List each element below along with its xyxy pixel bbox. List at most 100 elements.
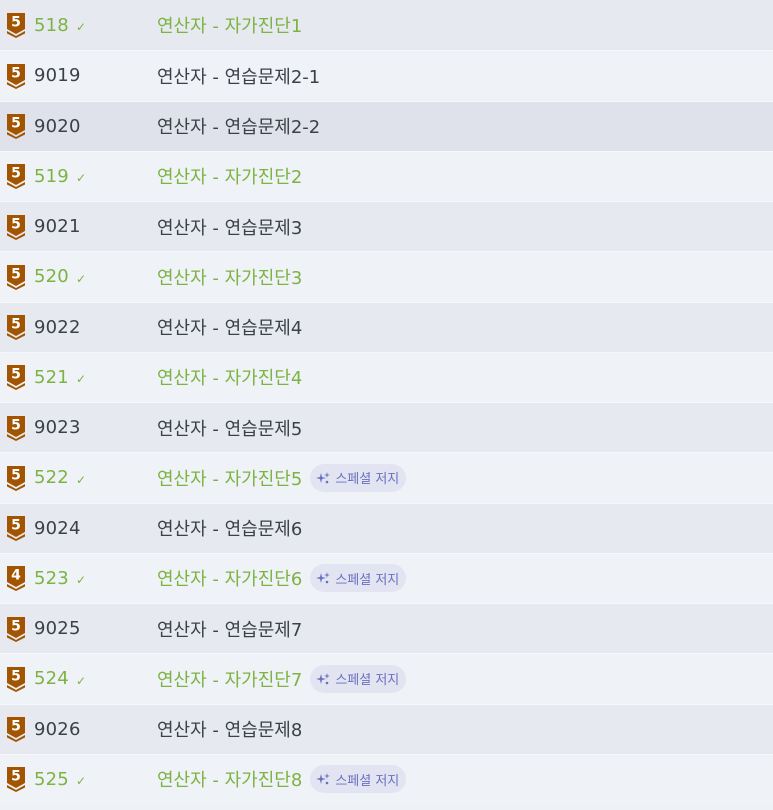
problem-row[interactable]: 5 520 ✓ 연산자 - 자가진단3: [0, 251, 773, 302]
problem-id[interactable]: 9024: [34, 518, 81, 539]
check-icon: ✓: [75, 20, 87, 35]
bronze-tier-icon: 5: [5, 264, 27, 290]
problem-id-text: 519: [34, 165, 69, 187]
check-icon: ✓: [75, 171, 87, 186]
problem-id[interactable]: 520 ✓: [34, 266, 86, 287]
problem-id[interactable]: 521 ✓: [34, 367, 86, 388]
problem-id-text: 518: [34, 14, 69, 36]
problem-row[interactable]: 5 9023 연산자 - 연습문제5: [0, 402, 773, 453]
problem-title[interactable]: 연산자 - 연습문제4: [157, 314, 302, 340]
special-judge-label: 스페셜 저지: [335, 673, 400, 689]
problem-id-text: 9021: [34, 216, 81, 238]
problem-row[interactable]: 5 522 ✓ 연산자 - 자가진단5 스페셜 저지: [0, 452, 773, 503]
problem-id[interactable]: 524 ✓: [34, 668, 86, 689]
problem-id[interactable]: 9023: [34, 417, 81, 438]
problem-row[interactable]: 5 9024 연산자 - 연습문제6: [0, 502, 773, 553]
problem-title[interactable]: 연산자 - 자가진단5 스페셜 저지: [157, 463, 407, 492]
check-icon: ✓: [75, 372, 87, 387]
problem-row[interactable]: 5 9025 연산자 - 연습문제7: [0, 603, 773, 654]
problem-title[interactable]: 연산자 - 자가진단1: [157, 12, 302, 38]
svg-text:4: 4: [11, 568, 21, 584]
problem-title-text: 연산자 - 자가진단3: [157, 267, 303, 289]
problem-id[interactable]: 525 ✓: [34, 769, 86, 790]
problem-id[interactable]: 519 ✓: [34, 166, 86, 187]
problem-id[interactable]: 9019: [34, 65, 81, 86]
bronze-tier-icon: 5: [5, 415, 27, 441]
problem-row[interactable]: 4 523 ✓ 연산자 - 자가진단6 스페셜 저지: [0, 552, 773, 603]
problem-id[interactable]: 523 ✓: [34, 568, 86, 589]
special-judge-badge: 스페셜 저지: [310, 564, 407, 593]
problem-id-text: 9020: [34, 115, 81, 137]
bronze-tier-icon: 5: [5, 113, 27, 140]
check-icon: ✓: [75, 673, 87, 688]
problem-title[interactable]: 연산자 - 연습문제5: [157, 415, 302, 441]
problem-id-text: 9024: [34, 517, 81, 539]
bronze-tier-icon: 5: [5, 214, 27, 240]
special-judge-badge: 스페셜 저지: [310, 463, 407, 492]
problem-title[interactable]: 연산자 - 자가진단2: [157, 163, 302, 189]
check-icon: ✓: [75, 271, 87, 286]
problem-id-text: 9025: [34, 618, 81, 640]
problem-list: 5 518 ✓ 연산자 - 자가진단1 5 9019 연산자 - 연습문제2-1 5 9020 연…: [0, 0, 773, 810]
problem-id[interactable]: 9021: [34, 216, 81, 237]
svg-text:5: 5: [11, 668, 21, 684]
problem-id-text: 522: [34, 467, 69, 489]
problem-title[interactable]: 연산자 - 자가진단8 스페셜 저지: [157, 765, 407, 794]
problem-title-text: 연산자 - 자가진단8: [157, 770, 303, 792]
problem-title[interactable]: 연산자 - 연습문제6: [157, 515, 302, 541]
problem-id[interactable]: 518 ✓: [34, 15, 86, 36]
bronze-tier-icon: 5: [5, 364, 27, 391]
bronze-tier-icon: 5: [5, 616, 27, 642]
problem-row[interactable]: 5 521 ✓ 연산자 - 자가진단4: [0, 351, 773, 402]
svg-text:5: 5: [11, 367, 21, 383]
problem-title[interactable]: 연산자 - 자가진단7 스페셜 저지: [157, 664, 407, 693]
sparkle-icon: [316, 672, 331, 685]
check-icon: ✓: [75, 774, 87, 789]
problem-id[interactable]: 9020: [34, 116, 81, 137]
problem-title-text: 연산자 - 연습문제2-2: [157, 117, 321, 139]
problem-title-text: 연산자 - 연습문제7: [157, 619, 303, 641]
problem-title-text: 연산자 - 자가진단2: [157, 167, 303, 189]
problem-title-text: 연산자 - 자가진단4: [157, 368, 303, 390]
problem-id-text: 9023: [34, 417, 81, 439]
problem-title[interactable]: 연산자 - 자가진단6 스페셜 저지: [157, 564, 407, 593]
problem-title-text: 연산자 - 자가진단6: [157, 569, 303, 591]
problem-id-text: 9026: [34, 718, 81, 740]
problem-id[interactable]: 9025: [34, 618, 81, 639]
special-judge-badge: 스페셜 저지: [310, 765, 407, 794]
problem-id[interactable]: 9026: [34, 719, 81, 740]
svg-text:5: 5: [11, 65, 21, 81]
problem-row[interactable]: 5 9021 연산자 - 연습문제3: [0, 201, 773, 252]
problem-row[interactable]: 5 9019 연산자 - 연습문제2-1: [0, 50, 773, 101]
svg-text:5: 5: [11, 618, 21, 634]
problem-title[interactable]: 연산자 - 자가진단3: [157, 264, 302, 290]
sparkle-icon: [316, 572, 331, 584]
problem-row[interactable]: 5 524 ✓ 연산자 - 자가진단7 스페셜 저지: [0, 653, 773, 704]
problem-row[interactable]: 5 519 ✓ 연산자 - 자가진단2: [0, 150, 773, 201]
problem-title[interactable]: 연산자 - 연습문제2-2: [157, 113, 320, 139]
special-judge-label: 스페셜 저지: [335, 572, 400, 588]
problem-id[interactable]: 9022: [34, 317, 81, 338]
svg-text:5: 5: [11, 216, 21, 232]
problem-row[interactable]: 5 9026 연산자 - 연습문제8: [0, 703, 773, 754]
check-icon: ✓: [75, 573, 87, 588]
problem-id-text: 525: [34, 768, 69, 790]
problem-title[interactable]: 연산자 - 연습문제2-1: [157, 63, 320, 89]
problem-title[interactable]: 연산자 - 연습문제3: [157, 214, 302, 240]
problem-title-text: 연산자 - 연습문제5: [157, 418, 303, 440]
problem-row[interactable]: 5 9022 연산자 - 연습문제4: [0, 301, 773, 352]
problem-title-text: 연산자 - 자가진단5: [157, 468, 303, 490]
check-icon: ✓: [75, 472, 87, 487]
problem-row[interactable]: 5 518 ✓ 연산자 - 자가진단1: [0, 0, 773, 51]
problem-title[interactable]: 연산자 - 자가진단4: [157, 364, 302, 390]
problem-row[interactable]: 5 525 ✓ 연산자 - 자가진단8 스페셜 저지: [0, 753, 773, 804]
problem-id-text: 520: [34, 266, 69, 288]
svg-text:5: 5: [11, 467, 21, 483]
problem-row[interactable]: 5 9020 연산자 - 연습문제2-2: [0, 100, 773, 151]
problem-title[interactable]: 연산자 - 연습문제7: [157, 616, 302, 642]
svg-text:5: 5: [11, 166, 21, 182]
problem-title-text: 연산자 - 자가진단1: [157, 16, 303, 38]
problem-title[interactable]: 연산자 - 연습문제8: [157, 716, 302, 742]
bronze-tier-icon: 5: [5, 63, 27, 89]
problem-id[interactable]: 522 ✓: [34, 467, 86, 488]
